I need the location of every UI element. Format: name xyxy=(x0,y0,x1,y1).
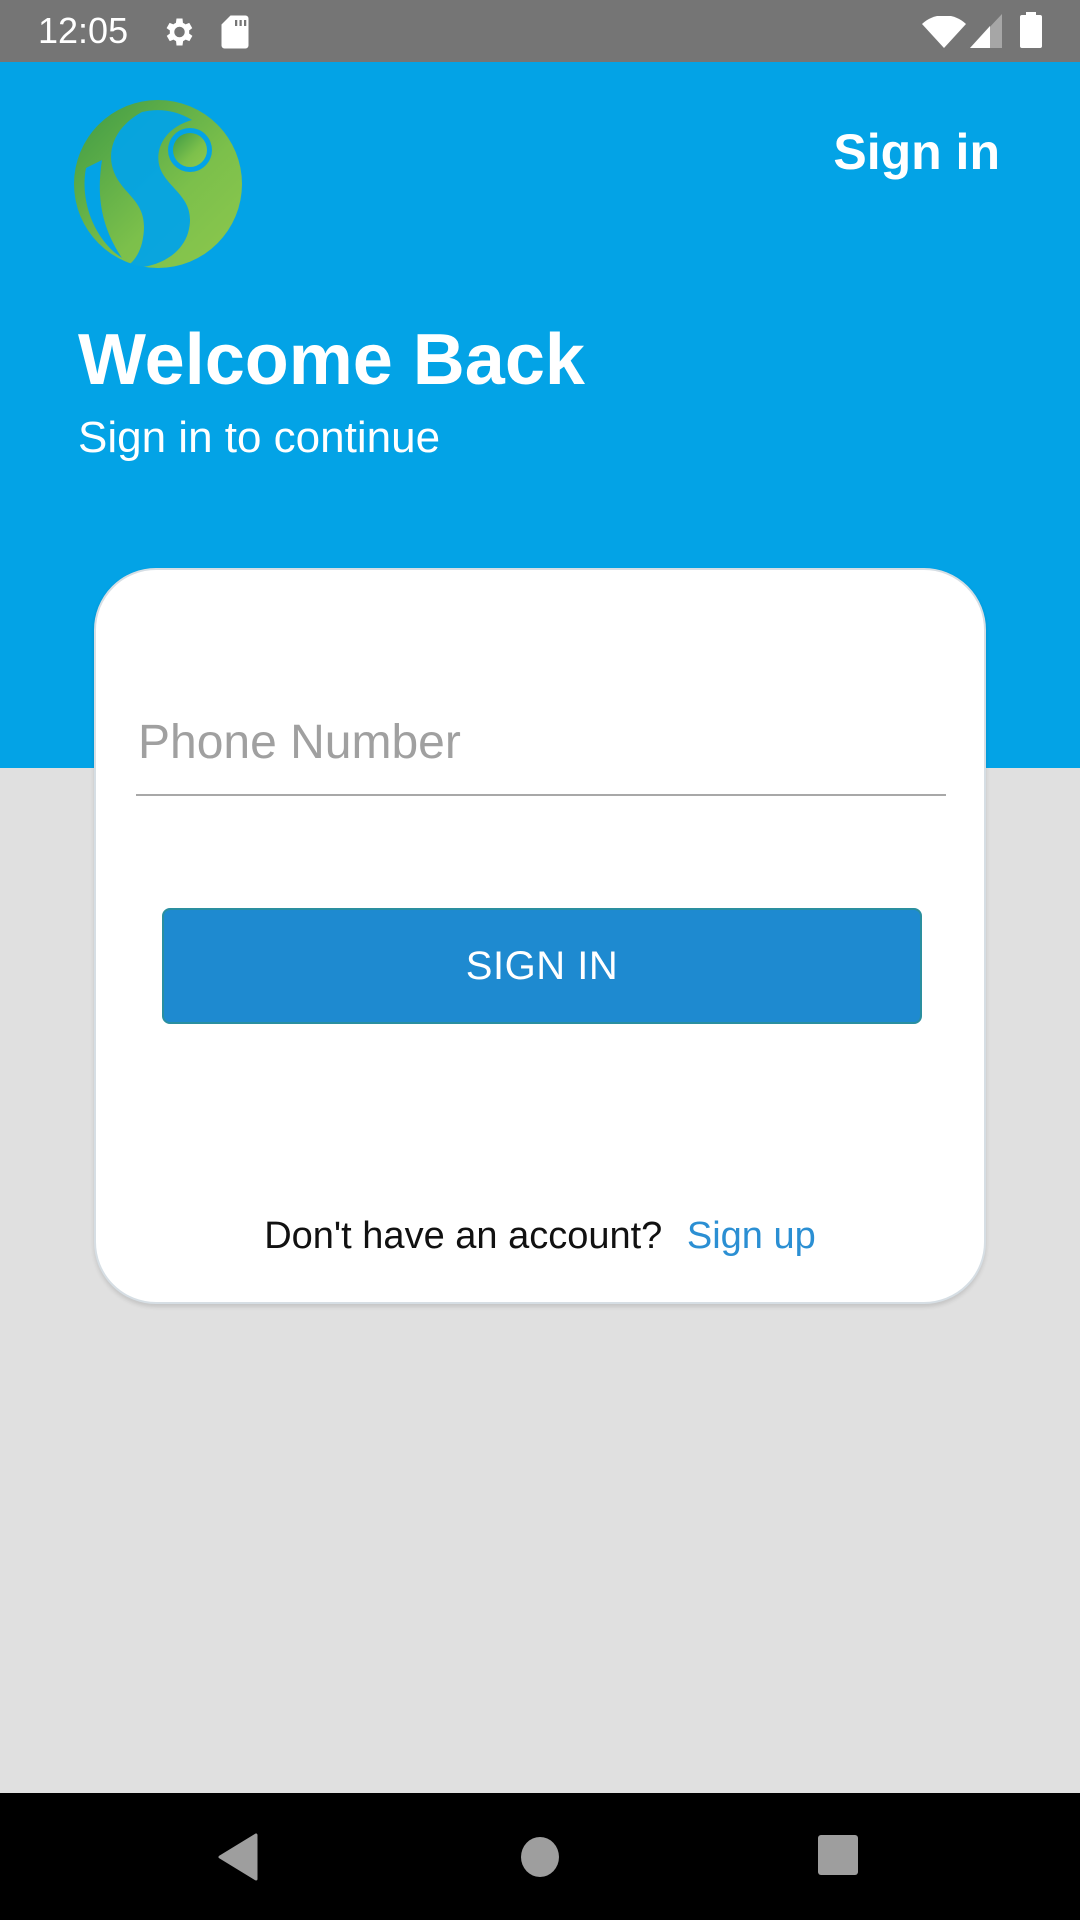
recents-icon[interactable] xyxy=(814,1831,866,1883)
phone-number-input[interactable] xyxy=(136,690,946,796)
sign-up-link[interactable]: Sign up xyxy=(687,1215,816,1257)
signup-prompt: Don't have an account? xyxy=(264,1215,663,1257)
signup-row: Don't have an account? Sign up xyxy=(96,1212,984,1260)
header-signin-label: Sign in xyxy=(833,124,1000,180)
page-title: Welcome Back xyxy=(78,320,585,400)
wifi-icon xyxy=(922,15,966,53)
status-time: 12:05 xyxy=(38,10,129,51)
page-subtitle: Sign in to continue xyxy=(78,413,441,462)
home-icon[interactable] xyxy=(514,1831,566,1883)
battery-icon xyxy=(1020,12,1042,53)
sd-card-icon xyxy=(220,14,250,55)
navigation-bar xyxy=(0,1793,1080,1920)
app-logo xyxy=(72,98,244,270)
sign-in-button[interactable]: SIGN IN xyxy=(162,908,922,1024)
login-card: SIGN IN Don't have an account? Sign up xyxy=(94,568,986,1304)
cell-signal-icon xyxy=(970,14,1002,53)
gear-icon xyxy=(160,14,196,55)
back-icon[interactable] xyxy=(214,1831,266,1883)
status-bar: 12:05 xyxy=(0,0,1080,62)
